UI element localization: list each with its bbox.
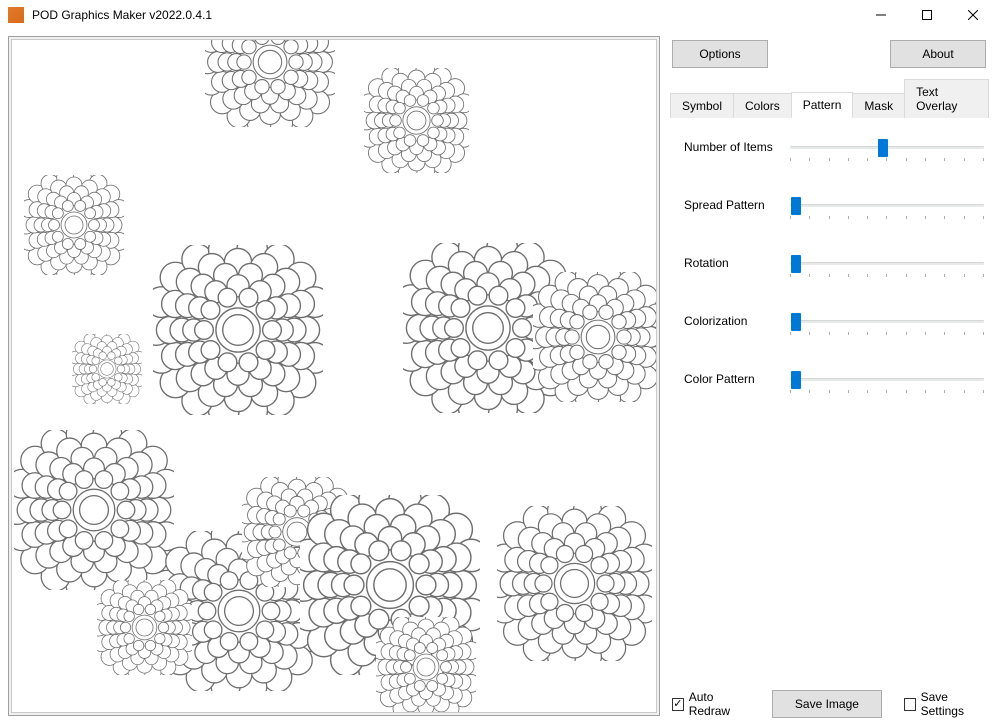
pattern-item — [14, 430, 174, 593]
slider-ticks — [790, 216, 984, 219]
save-settings-checkbox[interactable]: Save Settings — [904, 690, 986, 718]
canvas — [11, 39, 657, 713]
slider-track[interactable] — [790, 320, 984, 323]
app-icon — [8, 7, 24, 23]
pattern-item — [153, 245, 323, 418]
slider-label: Rotation — [684, 256, 790, 270]
pattern-item — [97, 580, 192, 678]
bottom-row: Auto Redraw Save Image Save Settings — [670, 686, 988, 718]
close-button[interactable] — [950, 0, 996, 30]
tab-symbol[interactable]: Symbol — [670, 93, 734, 118]
checkbox-label: Save Settings — [921, 690, 986, 718]
maximize-button[interactable] — [904, 0, 950, 30]
slider-ticks — [790, 274, 984, 277]
top-button-row: Options About — [670, 36, 988, 78]
slider-thumb[interactable] — [878, 139, 888, 157]
slider-colorization: Colorization — [684, 314, 984, 342]
sliders-panel: Number of Items Spread Pattern Rotation … — [670, 126, 988, 430]
right-panel: Options About SymbolColorsPatternMaskTex… — [670, 36, 988, 718]
tab-bar: SymbolColorsPatternMaskText Overlay — [670, 78, 988, 118]
slider-control[interactable] — [790, 140, 984, 168]
pattern-item — [364, 68, 469, 176]
slider-rotation: Rotation — [684, 256, 984, 284]
pattern-item — [205, 39, 335, 130]
slider-spread-pattern: Spread Pattern — [684, 198, 984, 226]
slider-number-of-items: Number of Items — [684, 140, 984, 168]
slider-label: Color Pattern — [684, 372, 790, 386]
titlebar: POD Graphics Maker v2022.0.4.1 — [0, 0, 996, 30]
slider-ticks — [790, 158, 984, 161]
slider-label: Number of Items — [684, 140, 790, 154]
options-button[interactable]: Options — [672, 40, 768, 68]
slider-thumb[interactable] — [791, 197, 801, 215]
slider-control[interactable] — [790, 314, 984, 342]
tab-pattern[interactable]: Pattern — [791, 92, 854, 118]
about-button[interactable]: About — [890, 40, 986, 68]
slider-track[interactable] — [790, 262, 984, 265]
pattern-item — [24, 175, 124, 278]
checkbox-icon — [904, 698, 916, 711]
save-image-button[interactable]: Save Image — [772, 690, 882, 718]
pattern-item — [533, 272, 657, 405]
slider-track[interactable] — [790, 204, 984, 207]
slider-color-pattern: Color Pattern — [684, 372, 984, 400]
slider-thumb[interactable] — [791, 313, 801, 331]
slider-control[interactable] — [790, 372, 984, 400]
window-controls — [858, 0, 996, 30]
slider-ticks — [790, 332, 984, 335]
slider-label: Colorization — [684, 314, 790, 328]
checkbox-icon — [672, 698, 684, 711]
slider-control[interactable] — [790, 256, 984, 284]
checkbox-label: Auto Redraw — [689, 690, 750, 718]
content-area: Options About SymbolColorsPatternMaskTex… — [0, 30, 996, 724]
tab-mask[interactable]: Mask — [852, 93, 905, 118]
tab-text-overlay[interactable]: Text Overlay — [904, 79, 989, 118]
pattern-item — [497, 506, 652, 664]
auto-redraw-checkbox[interactable]: Auto Redraw — [672, 690, 750, 718]
slider-thumb[interactable] — [791, 371, 801, 389]
slider-label: Spread Pattern — [684, 198, 790, 212]
slider-control[interactable] — [790, 198, 984, 226]
pattern-item — [376, 617, 476, 713]
canvas-panel — [8, 36, 660, 716]
slider-thumb[interactable] — [791, 255, 801, 273]
slider-ticks — [790, 390, 984, 393]
tab-colors[interactable]: Colors — [733, 93, 792, 118]
pattern-item — [72, 334, 142, 407]
slider-track[interactable] — [790, 378, 984, 381]
minimize-button[interactable] — [858, 0, 904, 30]
window-title: POD Graphics Maker v2022.0.4.1 — [32, 8, 858, 22]
